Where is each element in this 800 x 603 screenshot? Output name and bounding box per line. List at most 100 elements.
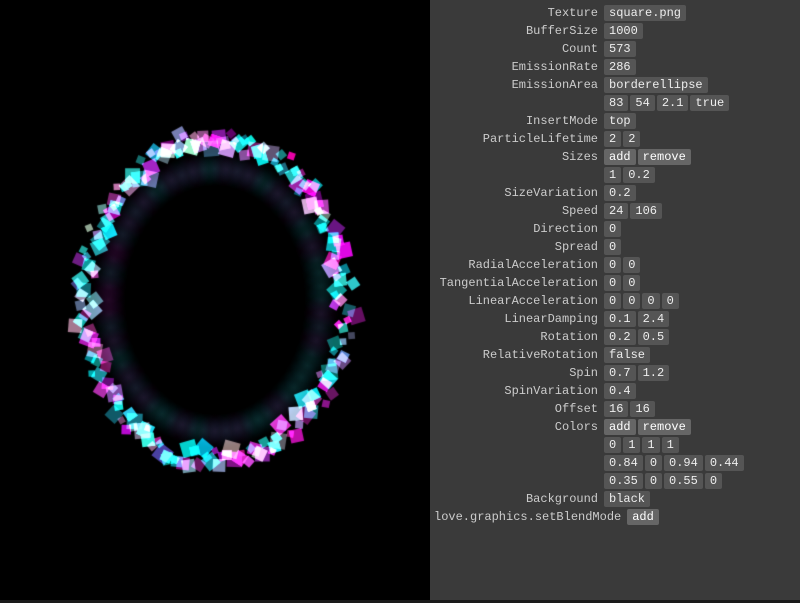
value-box[interactable]: remove (638, 419, 691, 435)
value-box[interactable]: 2.4 (638, 311, 670, 327)
value-box[interactable]: 1 (642, 437, 659, 453)
prop-row: EmissionRate286 (430, 58, 800, 76)
prop-row: EmissionAreaborderellipse (430, 76, 800, 94)
value-box[interactable]: true (690, 95, 729, 111)
value-box[interactable]: 0.35 (604, 473, 643, 489)
value-box[interactable]: 0 (662, 293, 679, 309)
value-box[interactable]: 0.2 (604, 185, 636, 201)
value-box[interactable]: 16 (604, 401, 628, 417)
prop-row: 10.2 (430, 166, 800, 184)
value-box[interactable]: 0 (604, 293, 621, 309)
prop-label: ParticleLifetime (434, 131, 604, 147)
prop-row: Colorsaddremove (430, 418, 800, 436)
value-box[interactable]: 0.1 (604, 311, 636, 327)
value-box[interactable]: 0 (604, 257, 621, 273)
prop-values: addremove (604, 149, 691, 165)
prop-row: SizeVariation0.2 (430, 184, 800, 202)
prop-row: Count573 (430, 40, 800, 58)
prop-values: borderellipse (604, 77, 708, 93)
value-box[interactable]: 1 (623, 437, 640, 453)
prop-values: 24106 (604, 203, 662, 219)
value-box[interactable]: 0.55 (664, 473, 703, 489)
prop-values: 10.2 (604, 167, 655, 183)
value-box[interactable]: 0.44 (705, 455, 744, 471)
value-box[interactable]: 0 (604, 437, 621, 453)
prop-row: love.graphics.setBlendModeadd (430, 508, 800, 526)
value-box[interactable]: 1 (604, 167, 621, 183)
prop-values: add (627, 509, 659, 525)
value-box[interactable]: 2 (604, 131, 621, 147)
prop-row: InsertModetop (430, 112, 800, 130)
particle-canvas (0, 0, 430, 600)
prop-label: SizeVariation (434, 185, 604, 201)
value-box[interactable]: 0.84 (604, 455, 643, 471)
value-box[interactable]: 16 (630, 401, 654, 417)
value-box[interactable]: borderellipse (604, 77, 708, 93)
prop-label: Colors (434, 419, 604, 435)
value-box[interactable]: 0.4 (604, 383, 636, 399)
value-box[interactable]: 24 (604, 203, 628, 219)
prop-row: Offset1616 (430, 400, 800, 418)
value-box[interactable]: 2 (623, 131, 640, 147)
prop-row: ParticleLifetime22 (430, 130, 800, 148)
value-box[interactable]: false (604, 347, 650, 363)
prop-row: LinearAcceleration0000 (430, 292, 800, 310)
prop-row: Direction0 (430, 220, 800, 238)
value-box[interactable]: 0.2 (604, 329, 636, 345)
value-box[interactable]: 0.94 (664, 455, 703, 471)
prop-row: 0.8400.940.44 (430, 454, 800, 472)
value-box[interactable]: top (604, 113, 636, 129)
prop-label: SpinVariation (434, 383, 604, 399)
prop-label: Rotation (434, 329, 604, 345)
value-box[interactable]: 286 (604, 59, 636, 75)
value-box[interactable]: 1 (662, 437, 679, 453)
value-box[interactable]: add (604, 149, 636, 165)
prop-row: LinearDamping0.12.4 (430, 310, 800, 328)
value-box[interactable]: black (604, 491, 650, 507)
value-box[interactable]: 0 (604, 275, 621, 291)
prop-label: LinearDamping (434, 311, 604, 327)
value-box[interactable]: 0.2 (623, 167, 655, 183)
value-box[interactable]: 0 (645, 473, 662, 489)
value-box[interactable]: 0 (623, 293, 640, 309)
prop-values: 00 (604, 257, 640, 273)
prop-values: 573 (604, 41, 636, 57)
value-box[interactable]: 573 (604, 41, 636, 57)
value-box[interactable]: 83 (604, 95, 628, 111)
value-box[interactable]: remove (638, 149, 691, 165)
prop-label: LinearAcceleration (434, 293, 604, 309)
prop-label: Spread (434, 239, 604, 255)
props-panel: Texturesquare.pngBufferSize1000Count573E… (430, 0, 800, 600)
value-box[interactable]: 54 (630, 95, 654, 111)
value-box[interactable]: add (627, 509, 659, 525)
prop-values: false (604, 347, 650, 363)
prop-row: TangentialAcceleration00 (430, 274, 800, 292)
prop-values: 22 (604, 131, 640, 147)
value-box[interactable]: 0 (623, 257, 640, 273)
value-box[interactable]: 0 (604, 239, 621, 255)
value-box[interactable]: add (604, 419, 636, 435)
prop-values: 0.71.2 (604, 365, 669, 381)
prop-row: Rotation0.20.5 (430, 328, 800, 346)
value-box[interactable]: square.png (604, 5, 686, 21)
prop-values: 0.3500.550 (604, 473, 722, 489)
prop-values: 00 (604, 275, 640, 291)
value-box[interactable]: 106 (630, 203, 662, 219)
value-box[interactable]: 0.5 (638, 329, 670, 345)
value-box[interactable]: 0 (623, 275, 640, 291)
prop-values: square.png (604, 5, 686, 21)
value-box[interactable]: 0 (642, 293, 659, 309)
prop-values: 0.20.5 (604, 329, 669, 345)
value-box[interactable]: 1.2 (638, 365, 670, 381)
value-box[interactable]: 0 (604, 221, 621, 237)
prop-values: 0 (604, 239, 621, 255)
canvas-panel (0, 0, 430, 600)
value-box[interactable]: 0 (705, 473, 722, 489)
prop-label: Sizes (434, 149, 604, 165)
value-box[interactable]: 0 (645, 455, 662, 471)
value-box[interactable]: 0.7 (604, 365, 636, 381)
value-box[interactable]: 2.1 (657, 95, 689, 111)
prop-row: Speed24106 (430, 202, 800, 220)
value-box[interactable]: 1000 (604, 23, 643, 39)
prop-label: RadialAcceleration (434, 257, 604, 273)
